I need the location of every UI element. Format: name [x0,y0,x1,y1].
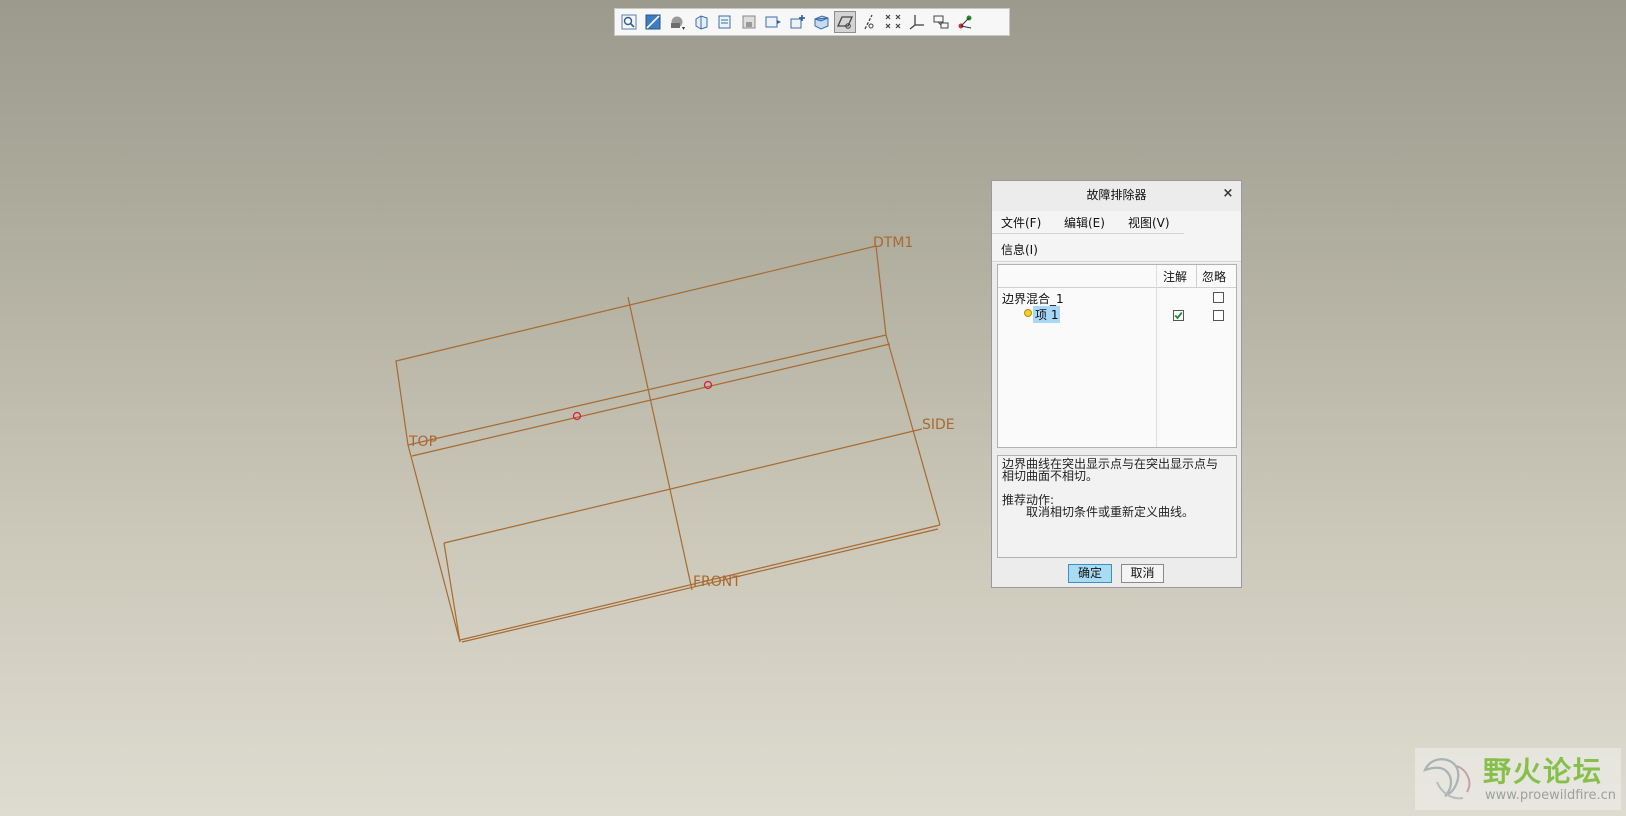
cancel-button[interactable]: 取消 [1121,564,1164,583]
column-note[interactable]: 注解 [1163,268,1187,285]
tree-child-node[interactable]: 项 1 [1033,306,1061,323]
datum-label-side[interactable]: SIDE [922,417,955,433]
datum-label-top[interactable]: TOP [408,434,437,450]
column-ignore[interactable]: 忽略 [1202,268,1226,285]
fire-logo-icon [1423,758,1471,800]
refit-button[interactable] [762,11,784,33]
datum-plane-dtm1 [395,245,887,446]
datum-label-front[interactable]: FRONT [693,574,741,590]
spin-center-button[interactable] [954,11,976,33]
plane-edge-left [407,444,461,643]
child-note-checkbox[interactable] [1173,310,1184,321]
message-line-2: 相切曲面不相切。 [1002,469,1099,483]
repaint-icon [790,15,805,29]
sketch-view-icon [645,14,661,30]
menu-info[interactable]: 信息(I) [1001,242,1038,258]
menubar-divider [992,233,1184,234]
shading-button[interactable] [666,11,688,33]
view-box-icon [695,15,708,30]
view-manager-icon [718,15,731,29]
datum-plane-display-button[interactable] [834,11,856,33]
menu-edit[interactable]: 编辑(E) [1064,215,1105,231]
sketch-view-button[interactable] [642,11,664,33]
graphics-viewport[interactable]: DTM1 TOP SIDE FRONT [0,0,1626,816]
annotation-display-icon [933,15,949,29]
csys-display-button[interactable] [906,11,928,33]
child-ignore-checkbox[interactable] [1213,310,1224,321]
repaint-button[interactable] [786,11,808,33]
close-icon[interactable]: × [1221,187,1235,201]
refit-icon [765,16,781,28]
dialog-menubar: 文件(F) 编辑(E) 视图(V) 信息(I) [992,211,1241,263]
spin-center-icon [958,15,972,29]
menu-file[interactable]: 文件(F) [1001,215,1041,231]
dialog-title: 故障排除器 [1086,188,1147,202]
ok-button[interactable]: 确定 [1068,564,1112,583]
root-ignore-checkbox[interactable] [1213,292,1224,303]
header-divider [1196,265,1197,287]
highlight-point-2[interactable] [703,380,713,390]
display-style-button[interactable] [810,11,832,33]
saved-orientation-button[interactable] [738,11,760,33]
menubar-bottom-divider [992,261,1241,262]
issue-tree[interactable]: 注解 忽略 边界混合_1 项 1 [997,264,1237,448]
zoom-icon [621,14,637,30]
tree-column-divider [1156,265,1157,447]
front-plane-edge [627,296,693,591]
csys-display-icon [909,15,924,30]
highlight-point-1[interactable] [572,411,582,421]
view-toolbar [614,8,1010,36]
annotation-display-button[interactable] [930,11,952,33]
datum-label-dtm1[interactable]: DTM1 [873,235,913,251]
troubleshooter-dialog: 故障排除器 × 文件(F) 编辑(E) 视图(V) 信息(I) 注解 忽略 边界… [991,180,1242,588]
action-text: 取消相切条件或重新定义曲线。 [1026,505,1195,519]
side-plane-line [443,428,923,544]
view-manager-button[interactable] [714,11,736,33]
display-style-icon [814,15,829,30]
datum-plane-display-icon [836,16,854,29]
saved-orientation-icon [742,15,756,29]
datum-axis-display-icon [864,14,874,30]
datum-axis-display-button[interactable] [858,11,880,33]
watermark-title: 野火论坛 [1483,755,1604,788]
point-display-icon [885,14,901,29]
view-box-button[interactable] [690,11,712,33]
message-panel: 边界曲线在突出显示点与在突出显示点与 相切曲面不相切。 推荐动作: 取消相切条件… [997,455,1237,558]
point-display-button[interactable] [882,11,904,33]
checkmark-icon [1174,311,1183,320]
warning-bullet-icon [1024,309,1032,317]
shading-icon [671,16,685,30]
top-plane-line [411,343,891,457]
menu-view[interactable]: 视图(V) [1128,215,1170,231]
tree-header: 注解 忽略 [998,265,1236,288]
watermark-url: www.proewildfire.cn [1485,788,1616,803]
forum-watermark: 野火论坛 www.proewildfire.cn [1415,748,1621,810]
datum-plane-drawing [395,245,941,643]
tree-root-node[interactable]: 边界混合_1 [1002,290,1064,307]
zoom-button[interactable] [618,11,640,33]
